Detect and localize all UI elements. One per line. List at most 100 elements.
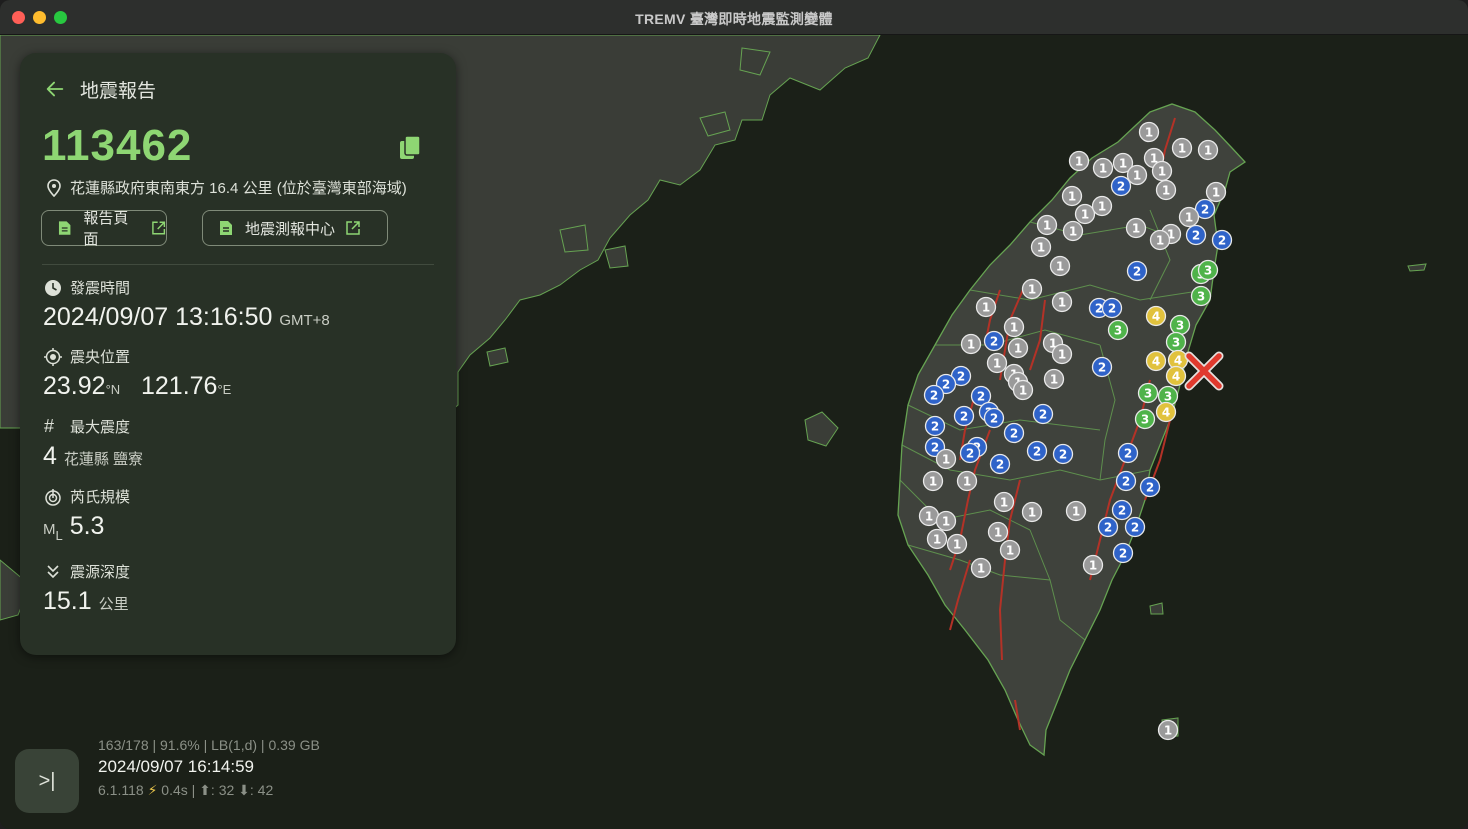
time-label: 發震時間 bbox=[44, 277, 130, 298]
station-marker[interactable]: 1 bbox=[1012, 379, 1034, 401]
cwa-center-button[interactable]: 地震測報中心 bbox=[202, 210, 388, 246]
station-marker[interactable]: 1 bbox=[922, 470, 944, 492]
station-marker[interactable]: 2 bbox=[1032, 403, 1054, 425]
station-marker[interactable]: 1 bbox=[946, 533, 968, 555]
station-marker[interactable]: 1 bbox=[1074, 203, 1096, 225]
station-intensity-label: 2 bbox=[1124, 447, 1132, 461]
station-marker[interactable]: 1 bbox=[1061, 185, 1083, 207]
station-marker[interactable]: 1 bbox=[1082, 554, 1104, 576]
station-marker[interactable]: 2 bbox=[989, 453, 1011, 475]
station-marker[interactable]: 2 bbox=[959, 442, 981, 464]
skip-to-live-button[interactable]: >| bbox=[15, 749, 79, 813]
station-marker[interactable]: 3 bbox=[1137, 382, 1159, 404]
station-marker[interactable]: 1 bbox=[986, 352, 1008, 374]
back-arrow-icon[interactable] bbox=[44, 78, 66, 100]
station-marker[interactable]: 2 bbox=[983, 330, 1005, 352]
station-marker[interactable]: 2 bbox=[1117, 442, 1139, 464]
station-marker[interactable]: 1 bbox=[993, 491, 1015, 513]
station-marker[interactable]: 2 bbox=[1126, 260, 1148, 282]
station-marker[interactable]: 1 bbox=[1065, 500, 1087, 522]
report-page-button[interactable]: 報告頁面 bbox=[41, 210, 167, 248]
station-marker[interactable]: 3 bbox=[1165, 331, 1187, 353]
station-marker[interactable]: 3 bbox=[1169, 314, 1191, 336]
station-marker[interactable]: 2 bbox=[1185, 224, 1207, 246]
station-marker[interactable]: 1 bbox=[1171, 137, 1193, 159]
station-marker[interactable]: 1 bbox=[935, 510, 957, 532]
station-marker[interactable]: 1 bbox=[1178, 206, 1200, 228]
station-marker[interactable]: 1 bbox=[1151, 160, 1173, 182]
station-marker[interactable]: 2 bbox=[983, 407, 1005, 429]
station-marker[interactable]: 1 bbox=[1092, 157, 1114, 179]
station-marker[interactable]: 1 bbox=[1197, 139, 1219, 161]
station-marker[interactable]: 1 bbox=[1126, 164, 1148, 186]
station-marker[interactable]: 2 bbox=[923, 384, 945, 406]
island-yonaguni bbox=[1407, 263, 1427, 272]
station-marker[interactable]: 1 bbox=[987, 521, 1009, 543]
station-marker[interactable]: 2 bbox=[1115, 470, 1137, 492]
station-marker[interactable]: 3 bbox=[1190, 285, 1212, 307]
station-marker[interactable]: 1 bbox=[1062, 220, 1084, 242]
station-marker[interactable]: 2 bbox=[1003, 422, 1025, 444]
station-marker[interactable]: 2 bbox=[1111, 499, 1133, 521]
station-marker[interactable]: 1 bbox=[975, 296, 997, 318]
clock-icon bbox=[45, 279, 61, 296]
station-marker[interactable]: 2 bbox=[1026, 440, 1048, 462]
station-marker[interactable]: 2 bbox=[924, 415, 946, 437]
station-marker[interactable]: 1 bbox=[1003, 316, 1025, 338]
station-intensity-label: 1 bbox=[1132, 222, 1140, 236]
station-marker[interactable]: 1 bbox=[1021, 278, 1043, 300]
station-marker[interactable]: 2 bbox=[953, 405, 975, 427]
station-marker[interactable]: 1 bbox=[1036, 214, 1058, 236]
station-marker[interactable]: 1 bbox=[1043, 368, 1065, 390]
station-marker[interactable]: 1 bbox=[1030, 236, 1052, 258]
station-intensity-label: 1 bbox=[942, 515, 950, 529]
station-marker[interactable]: 1 bbox=[999, 539, 1021, 561]
station-marker[interactable]: 2 bbox=[1139, 476, 1161, 498]
station-marker[interactable]: 1 bbox=[1125, 217, 1147, 239]
station-marker[interactable]: 1 bbox=[1155, 179, 1177, 201]
epicenter-marker[interactable] bbox=[1184, 351, 1224, 391]
station-marker[interactable]: 2 bbox=[1112, 542, 1134, 564]
station-marker[interactable]: 2 bbox=[1091, 356, 1113, 378]
station-marker[interactable]: 1 bbox=[1068, 150, 1090, 172]
station-marker[interactable]: 3 bbox=[1197, 259, 1219, 281]
station-marker[interactable]: 3 bbox=[1107, 319, 1129, 341]
station-marker[interactable]: 2 bbox=[1124, 516, 1146, 538]
station-marker[interactable]: 1 bbox=[1049, 255, 1071, 277]
station-marker[interactable]: 1 bbox=[1091, 195, 1113, 217]
station-marker[interactable]: 1 bbox=[1138, 121, 1160, 143]
station-marker[interactable]: 4 bbox=[1145, 350, 1167, 372]
station-marker[interactable]: 1 bbox=[935, 448, 957, 470]
station-intensity-label: 2 bbox=[1131, 521, 1139, 535]
copy-icon[interactable] bbox=[398, 135, 422, 161]
station-marker[interactable]: 2 bbox=[1101, 297, 1123, 319]
station-intensity-label: 1 bbox=[1212, 186, 1220, 200]
station-marker[interactable]: 1 bbox=[918, 505, 940, 527]
station-marker[interactable]: 1 bbox=[1021, 501, 1043, 523]
station-marker[interactable]: 2 bbox=[1211, 229, 1233, 251]
station-marker[interactable]: 1 bbox=[960, 333, 982, 355]
station-marker[interactable]: 1 bbox=[1157, 719, 1179, 741]
station-marker[interactable]: 1 bbox=[956, 470, 978, 492]
station-intensity-label: 1 bbox=[1058, 348, 1066, 362]
station-marker[interactable]: 1 bbox=[1051, 291, 1073, 313]
station-marker[interactable]: 1 bbox=[926, 528, 948, 550]
station-marker[interactable]: 1 bbox=[1051, 343, 1073, 365]
station-intensity-label: 1 bbox=[1028, 283, 1036, 297]
station-marker[interactable]: 4 bbox=[1165, 365, 1187, 387]
station-marker[interactable]: 2 bbox=[1052, 443, 1074, 465]
station-intensity-label: 2 bbox=[1122, 475, 1130, 489]
magnitude-label-text: 芮氏規模 bbox=[70, 489, 131, 506]
station-intensity-label: 2 bbox=[930, 389, 938, 403]
station-marker[interactable]: 1 bbox=[1007, 337, 1029, 359]
max-intensity-label-text: 最大震度 bbox=[70, 419, 131, 436]
station-marker[interactable]: 2 bbox=[1097, 516, 1119, 538]
station-marker[interactable]: 4 bbox=[1155, 401, 1177, 423]
station-marker[interactable]: 3 bbox=[1134, 408, 1156, 430]
station-marker[interactable]: 1 bbox=[970, 557, 992, 579]
station-intensity-label: 2 bbox=[996, 458, 1004, 472]
station-marker[interactable]: 4 bbox=[1145, 305, 1167, 327]
station-marker[interactable]: 1 bbox=[1149, 229, 1171, 251]
station-marker[interactable]: 2 bbox=[1110, 175, 1132, 197]
station-marker[interactable]: 1 bbox=[1205, 181, 1227, 203]
